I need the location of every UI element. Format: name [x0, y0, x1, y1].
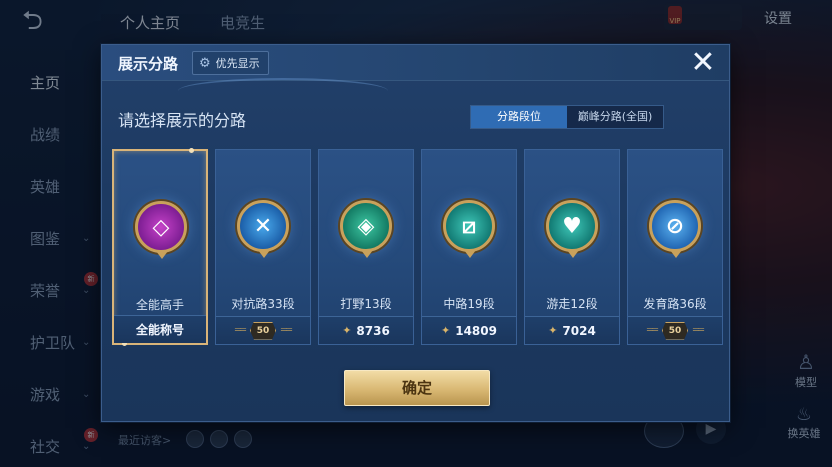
lane-card-footer: ══ 50 ══ — [628, 316, 722, 344]
points-icon: ✦ — [342, 324, 352, 337]
dialog-title: 展示分路 — [118, 55, 179, 73]
lane-emblem-icon: ⧄ — [443, 200, 495, 258]
points-icon: ✦ — [548, 324, 558, 337]
lane-emblem-icon: ⊘ — [649, 200, 701, 258]
star-level-badge: 50 — [250, 321, 276, 340]
lane-card-footer: ══ 50 ══ — [216, 316, 310, 344]
rank-type-toggle: 分路段位 巅峰分路(全国) — [470, 105, 664, 129]
points-icon: ✦ — [441, 324, 451, 337]
wing-left-icon: ══ — [646, 325, 658, 336]
lane-card-footer: 全能称号 — [114, 315, 206, 343]
selection-sparkle — [189, 148, 194, 153]
lane-card-footer: ✦ 14809 — [422, 316, 516, 344]
lane-display-dialog: 展示分路 ⚙ 优先显示 ✕ 请选择展示的分路 分路段位 巅峰分路(全国) ◇ 全能… — [101, 44, 730, 422]
star-level-badge: 50 — [662, 321, 688, 340]
lane-cards: ◇ 全能高手全能称号 ✕ 对抗路33段 ══ 50 ══ ◈ 打野13段 ✦ 8736 ⧄ 中路19段 ✦… — [112, 148, 723, 346]
lane-points-value: 14809 — [455, 323, 497, 338]
toggle-peak-lane[interactable]: 巅峰分路(全国) — [567, 106, 663, 128]
lane-card-label: 全能高手 — [135, 298, 184, 312]
lane-emblem-icon: ◇ — [135, 201, 187, 259]
priority-label: 优先显示 — [215, 57, 260, 70]
lane-card-label: 发育路36段 — [643, 297, 707, 311]
lane-card-label: 中路19段 — [443, 297, 495, 311]
lane-emblem-icon: ♥ — [546, 200, 598, 258]
lane-emblem-icon: ✕ — [237, 200, 289, 258]
lane-title-text: 全能称号 — [135, 323, 184, 337]
lane-card-label: 打野13段 — [340, 297, 392, 311]
confirm-button[interactable]: 确定 — [344, 370, 490, 406]
lane-card-label: 游走12段 — [546, 297, 598, 311]
priority-display-button[interactable]: ⚙ 优先显示 — [192, 51, 269, 75]
lane-card-footer: ✦ 8736 — [319, 316, 413, 344]
lane-card[interactable]: ⊘ 发育路36段 ══ 50 ══ — [627, 149, 723, 345]
wing-right-icon: ══ — [693, 325, 704, 336]
wing-right-icon: ══ — [281, 325, 292, 336]
gear-icon: ⚙ — [199, 55, 211, 71]
lane-card[interactable]: ⧄ 中路19段 ✦ 14809 — [421, 149, 517, 345]
lane-card[interactable]: ✕ 对抗路33段 ══ 50 ══ — [215, 149, 311, 345]
lane-card[interactable]: ♥ 游走12段 ✦ 7024 — [524, 149, 620, 345]
close-icon[interactable]: ✕ — [687, 48, 719, 80]
wing-left-icon: ══ — [234, 325, 246, 336]
lane-emblem-icon: ◈ — [340, 200, 392, 258]
header-decoration — [178, 78, 388, 104]
toggle-lane-rank[interactable]: 分路段位 — [471, 106, 567, 128]
lane-card[interactable]: ◈ 打野13段 ✦ 8736 — [318, 149, 414, 345]
selection-prompt: 请选择展示的分路 — [118, 111, 247, 130]
lane-card[interactable]: ◇ 全能高手全能称号 — [112, 148, 208, 346]
lane-card-footer: ✦ 7024 — [525, 316, 619, 344]
lane-points-value: 7024 — [562, 323, 596, 338]
lane-points-value: 8736 — [356, 323, 390, 338]
lane-card-label: 对抗路33段 — [231, 297, 295, 311]
